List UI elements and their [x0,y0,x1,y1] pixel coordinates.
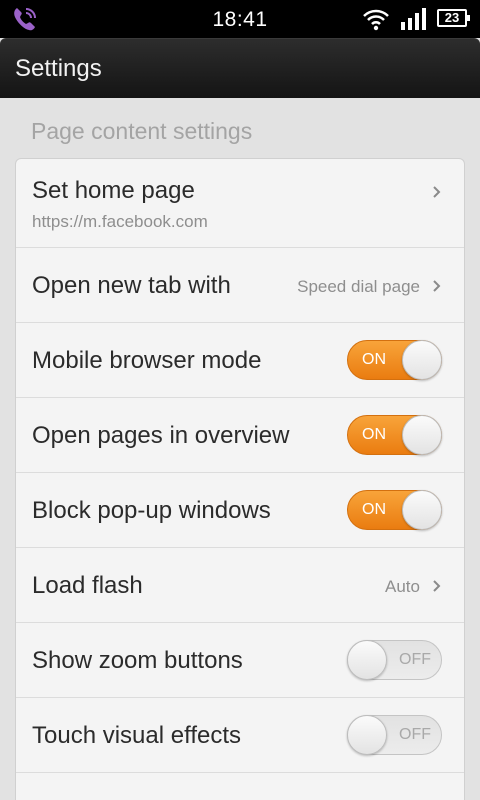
setting-row-mobile-mode: Mobile browser mode ON [16,323,464,398]
setting-subtitle: https://m.facebook.com [32,212,208,231]
toggle-knob [347,640,387,680]
setting-row-touch-effects: Touch visual effects OFF [16,698,464,773]
setting-label: Open new tab with [32,272,231,299]
battery-icon: 23 [437,9,470,27]
setting-label: Block pop-up windows [32,497,271,524]
toggle-label: ON [362,351,386,368]
toggle-label: ON [362,501,386,518]
popup-block-toggle[interactable]: ON [347,490,442,530]
setting-label: Show zoom buttons [32,647,243,674]
setting-label: Open pages in overview [32,422,290,449]
settings-card: Set home page https://m.facebook.com Ope… [15,158,465,800]
title-bar: Settings [0,38,480,98]
battery-level: 23 [444,10,460,25]
toggle-label: OFF [399,651,431,668]
signal-icon [401,8,426,30]
chevron-right-icon [433,580,441,592]
setting-label: Touch visual effects [32,722,242,749]
status-bar: 18:41 23 [0,0,480,38]
setting-label: Set home page [32,177,195,204]
chevron-right-icon [433,280,441,292]
setting-row-home-page[interactable]: Set home page https://m.facebook.com [16,159,464,248]
page-title: Settings [15,55,102,82]
setting-row-zoom-buttons: Show zoom buttons OFF [16,623,464,698]
setting-value: Speed dial page [297,277,420,296]
chevron-right-icon [433,186,441,198]
setting-label: Mobile browser mode [32,347,262,374]
setting-value: Auto [385,577,420,596]
touch-effects-toggle[interactable]: OFF [347,715,442,755]
overview-toggle[interactable]: ON [347,415,442,455]
wifi-icon [363,9,389,31]
toggle-label: OFF [399,726,431,743]
mobile-mode-toggle[interactable]: ON [347,340,442,380]
zoom-buttons-toggle[interactable]: OFF [347,640,442,680]
toggle-knob [402,490,442,530]
setting-label: Load flash [32,572,143,599]
section-header: Page content settings [31,118,253,144]
toggle-knob [402,415,442,455]
setting-row-popups: Block pop-up windows ON [16,473,464,548]
toggle-label: ON [362,426,386,443]
setting-row-overview: Open pages in overview ON [16,398,464,473]
toggle-knob [402,340,442,380]
setting-row-load-flash[interactable]: Load flash Auto [16,548,464,623]
setting-row-new-tab[interactable]: Open new tab with Speed dial page [16,248,464,323]
toggle-knob [347,715,387,755]
